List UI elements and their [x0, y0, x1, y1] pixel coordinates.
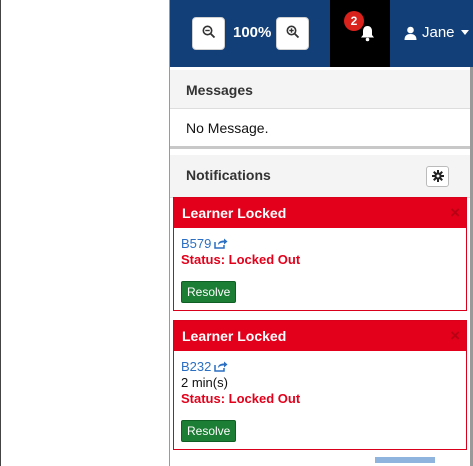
notifications-title: Notifications	[186, 167, 271, 183]
user-icon	[404, 26, 417, 40]
zoom-in-button[interactable]	[276, 17, 309, 50]
notification-card-body: B232 2 min(s) Status: Locked Out Resolve	[174, 351, 466, 450]
background-link-fragment	[375, 457, 435, 463]
resolve-button[interactable]: Resolve	[181, 281, 237, 303]
notifications-button[interactable]: 2	[330, 0, 390, 67]
zoom-out-button[interactable]	[192, 17, 225, 50]
learner-link[interactable]: B579	[181, 236, 459, 251]
top-bar: 100% 2 Jane	[170, 0, 473, 67]
gear-icon	[431, 169, 444, 185]
zoom-level: 100%	[233, 24, 272, 41]
zoom-in-icon	[286, 25, 300, 42]
notification-time: 2 min(s)	[181, 375, 228, 390]
user-menu[interactable]: Jane	[404, 24, 469, 41]
messages-title: Messages	[186, 82, 253, 98]
notification-status: Status: Locked Out	[181, 252, 301, 267]
messages-body: No Message.	[170, 109, 470, 149]
notifications-header: Notifications	[170, 155, 470, 198]
resolve-button[interactable]: Resolve	[181, 420, 237, 442]
notification-card-body: B579 Status: Locked Out Resolve	[174, 228, 466, 311]
notification-title: Learner Locked	[182, 328, 287, 344]
notification-settings-button[interactable]	[426, 166, 449, 187]
learner-id[interactable]: B232	[181, 359, 211, 374]
learner-link[interactable]: B232	[181, 359, 459, 374]
notification-panel: Messages No Message. Notifications Learn…	[170, 67, 473, 466]
external-link-icon	[214, 238, 228, 249]
notification-title: Learner Locked	[182, 205, 287, 221]
notification-card: Learner Locked × B579 Status: Locked Out…	[173, 197, 467, 311]
learner-id[interactable]: B579	[181, 236, 211, 251]
notification-card-header: Learner Locked ×	[174, 321, 466, 351]
background-page-peek	[170, 454, 470, 466]
bell-icon	[360, 25, 375, 45]
notification-status: Status: Locked Out	[181, 391, 301, 406]
no-message-text: No Message.	[186, 120, 269, 136]
zoom-out-icon	[202, 25, 216, 42]
user-name: Jane	[422, 24, 455, 41]
caret-down-icon	[460, 30, 469, 35]
notification-card-header: Learner Locked ×	[174, 198, 466, 228]
external-link-icon	[214, 361, 228, 372]
left-border	[0, 0, 1, 466]
notification-card: Learner Locked × B232 2 min(s) Status: L…	[173, 320, 467, 450]
close-icon[interactable]: ×	[450, 203, 460, 223]
close-icon[interactable]: ×	[450, 326, 460, 346]
messages-header: Messages	[170, 70, 470, 109]
